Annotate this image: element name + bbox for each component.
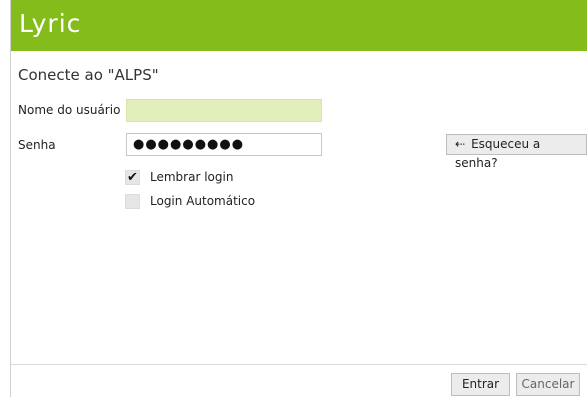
forgot-password-button[interactable]: ⇠ Esqueceu a senha? [446,134,587,170]
auto-login-checkbox[interactable] [125,194,140,209]
login-dialog: Lyric Conecte ao "ALPS" Nome do usuário … [10,0,587,397]
remember-login-label: Lembrar login [150,170,234,184]
forgot-password-label: Esqueceu a senha? [455,137,541,170]
title-bar: Lyric [11,0,587,51]
dialog-heading: Conecte ao "ALPS" [18,66,159,84]
lyric-logo: Lyric [19,9,82,38]
remember-login-checkbox[interactable]: ✔ [125,170,140,185]
password-field[interactable]: ●●●●●●●●● [126,133,322,156]
username-label: Nome do usuário [18,103,121,117]
password-label: Senha [18,138,56,152]
dialog-footer: Entrar Cancelar [11,365,587,397]
cancel-button[interactable]: Cancelar [516,373,580,396]
auto-login-label: Login Automático [150,194,256,208]
login-arrow-icon: ⇠ [455,137,466,151]
login-button[interactable]: Entrar [451,373,510,396]
username-field[interactable] [126,99,322,122]
